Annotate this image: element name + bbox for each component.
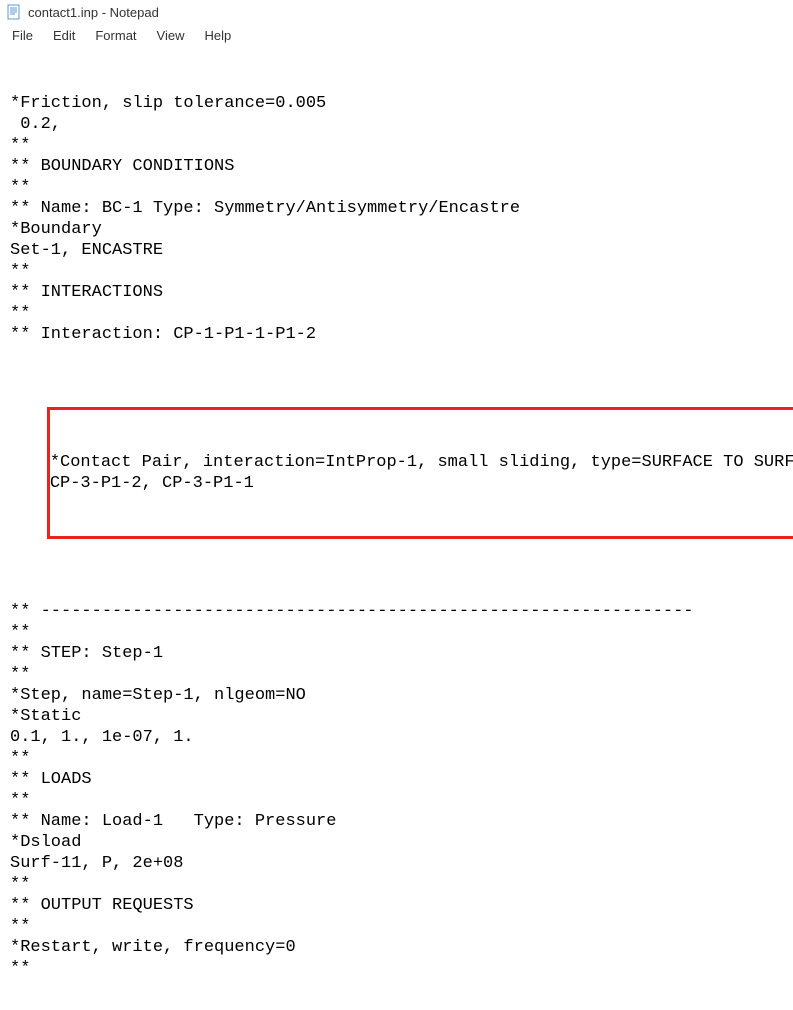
editor-line: ** <box>10 177 783 198</box>
editor-line: *Dsload <box>10 832 783 853</box>
editor-line: ** Name: Load-1 Type: Pressure <box>10 811 783 832</box>
editor-line: ** -------------------------------------… <box>10 601 783 622</box>
editor-line: CP-3-P1-2, CP-3-P1-1 <box>50 473 793 494</box>
editor-line: ** <box>10 916 783 937</box>
editor-line: ** INTERACTIONS <box>10 282 783 303</box>
menu-edit[interactable]: Edit <box>45 26 83 45</box>
editor-line: ** <box>10 958 783 979</box>
editor-line: ** <box>10 135 783 156</box>
editor-line: Surf-11, P, 2e+08 <box>10 853 783 874</box>
editor-line: ** <box>10 303 783 324</box>
menu-file[interactable]: File <box>4 26 41 45</box>
editor-line: *Contact Pair, interaction=IntProp-1, sm… <box>50 452 793 473</box>
title-bar: contact1.inp - Notepad <box>0 0 793 24</box>
editor-line: ** <box>10 261 783 282</box>
editor-line: 0.1, 1., 1e-07, 1. <box>10 727 783 748</box>
editor-line: ** <box>10 874 783 895</box>
menu-format[interactable]: Format <box>87 26 144 45</box>
editor-line: ** <box>10 748 783 769</box>
editor-line: ** <box>10 622 783 643</box>
editor-line: *Step, name=Step-1, nlgeom=NO <box>10 685 783 706</box>
editor-line: *Boundary <box>10 219 783 240</box>
editor-line: ** Interaction: CP-1-P1-1-P1-2 <box>10 324 783 345</box>
editor-line: ** Name: BC-1 Type: Symmetry/Antisymmetr… <box>10 198 783 219</box>
editor-line: *Friction, slip tolerance=0.005 <box>10 93 783 114</box>
editor-line: ** BOUNDARY CONDITIONS <box>10 156 783 177</box>
editor-line: Set-1, ENCASTRE <box>10 240 783 261</box>
editor-line: 0.2, <box>10 114 783 135</box>
notepad-icon <box>6 4 22 20</box>
menu-bar: File Edit Format View Help <box>0 24 793 47</box>
editor-line: ** <box>10 664 783 685</box>
menu-help[interactable]: Help <box>196 26 239 45</box>
editor-line: ** OUTPUT REQUESTS <box>10 895 783 916</box>
editor-line: *Static <box>10 706 783 727</box>
text-editor[interactable]: *Friction, slip tolerance=0.005 0.2,****… <box>0 47 793 1010</box>
window-title: contact1.inp - Notepad <box>28 5 159 20</box>
highlighted-region: *Contact Pair, interaction=IntProp-1, sm… <box>47 407 793 539</box>
editor-line: ** STEP: Step-1 <box>10 643 783 664</box>
editor-line: ** LOADS <box>10 769 783 790</box>
editor-line: ** <box>10 790 783 811</box>
menu-view[interactable]: View <box>149 26 193 45</box>
editor-line: *Restart, write, frequency=0 <box>10 937 783 958</box>
